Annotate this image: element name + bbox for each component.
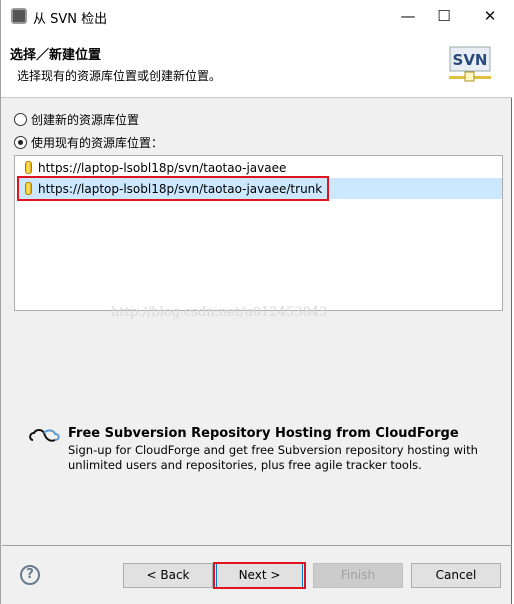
minimize-button[interactable]: — — [388, 4, 428, 28]
list-item[interactable]: https://laptop-lsobl18p/svn/taotao-javae… — [17, 157, 502, 178]
radio-button[interactable] — [14, 136, 27, 149]
highlight-box — [213, 562, 306, 589]
page-description: 选择现有的资源库位置或创建新位置。 — [17, 69, 222, 83]
maximize-button[interactable]: ☐ — [424, 4, 464, 28]
help-icon[interactable]: ? — [20, 565, 40, 585]
highlight-box — [17, 176, 329, 201]
svg-text:SVN: SVN — [453, 51, 488, 69]
watermark: http://blog.csdn.net/u012453843 — [111, 305, 328, 320]
radio-label: 使用现有的资源库位置： — [31, 136, 164, 150]
finish-button[interactable]: Finish — [313, 563, 403, 588]
eclipse-app-icon — [11, 8, 27, 24]
page-title: 选择／新建位置 — [10, 48, 102, 63]
title-bar: 从 SVN 检出 — ☐ ✕ — [1, 0, 512, 32]
radio-label: 创建新的资源库位置 — [31, 113, 140, 127]
radio-create-new-location[interactable]: 创建新的资源库位置 — [14, 111, 139, 128]
cloudforge-description: Sign-up for CloudForge and get free Subv… — [68, 443, 478, 472]
repository-url: https://laptop-lsobl18p/svn/taotao-javae… — [38, 160, 287, 175]
repository-icon — [25, 161, 32, 174]
cloudforge-icon — [29, 429, 60, 442]
radio-use-existing-location[interactable]: 使用现有的资源库位置： — [14, 134, 163, 151]
divider — [2, 545, 512, 546]
cancel-button[interactable]: Cancel — [411, 563, 501, 588]
cloudforge-title[interactable]: Free Subversion Repository Hosting from … — [68, 426, 459, 441]
svn-checkout-dialog: 从 SVN 检出 — ☐ ✕ 选择／新建位置 选择现有的资源库位置或创建新位置。… — [0, 0, 512, 604]
back-button[interactable]: < Back — [123, 563, 213, 588]
radio-button[interactable] — [14, 113, 27, 126]
close-button[interactable]: ✕ — [470, 4, 510, 28]
wizard-header: 选择／新建位置 选择现有的资源库位置或创建新位置。 SVN — [1, 32, 512, 98]
svn-logo-icon: SVN — [449, 46, 491, 82]
window-title: 从 SVN 检出 — [33, 12, 108, 27]
